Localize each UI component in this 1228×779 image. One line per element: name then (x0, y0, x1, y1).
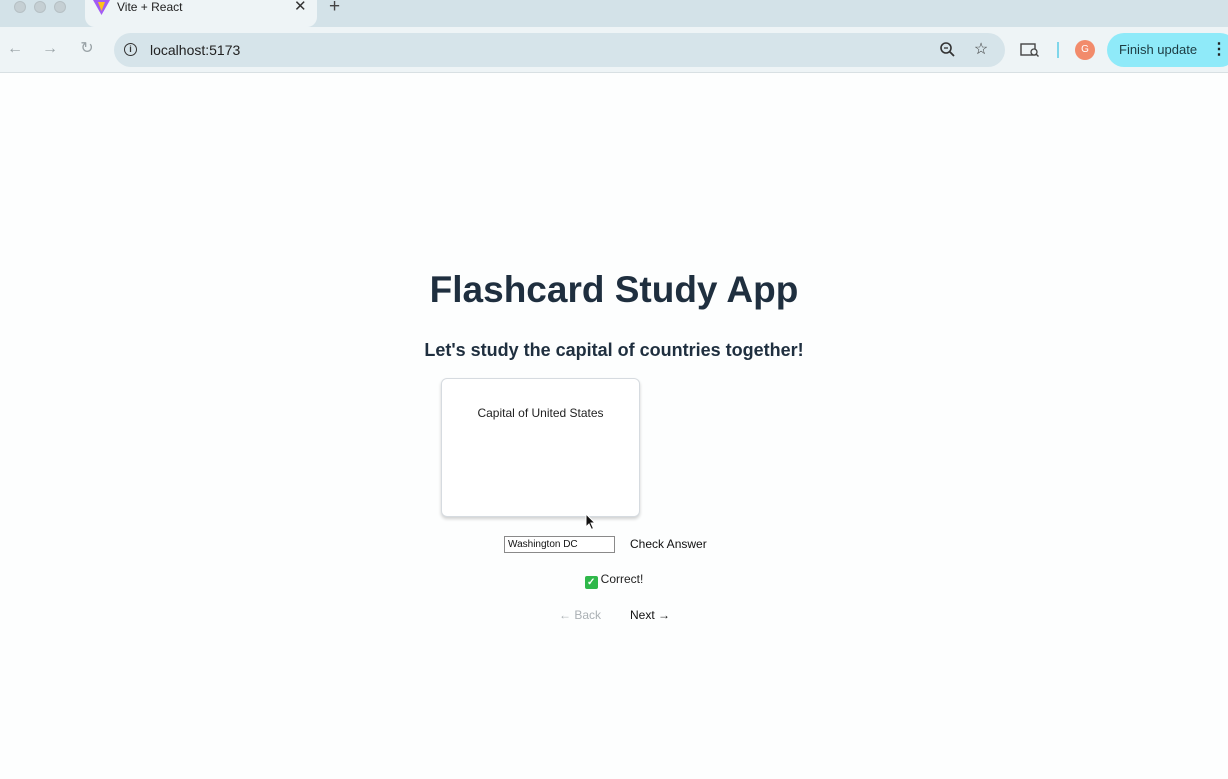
result-text: Correct! (600, 572, 644, 586)
next-button[interactable]: Next → (625, 607, 675, 623)
finish-update-label: Finish update (1119, 42, 1198, 57)
finish-update-button[interactable]: Finish update ⋮ (1107, 33, 1228, 67)
address-bar[interactable]: i localhost:5173 ☆ (114, 33, 1005, 67)
forward-arrow-icon[interactable]: → (40, 38, 60, 60)
tab-strip: Vite + React ✕ + (0, 0, 1228, 27)
toolbar-divider (1057, 42, 1059, 58)
mouse-cursor-icon (585, 513, 597, 531)
answer-input[interactable] (504, 536, 615, 553)
page-subtitle: Let's study the capital of countries tog… (424, 340, 804, 360)
tab-title: Vite + React (117, 0, 183, 14)
check-answer-button[interactable]: Check Answer (622, 535, 715, 553)
bookmark-star-icon[interactable]: ☆ (970, 39, 992, 61)
close-tab-icon[interactable]: ✕ (294, 0, 307, 14)
browser-toolbar: ← → ↻ i localhost:5173 ☆ G Finish update… (0, 27, 1228, 73)
minimize-window-button[interactable] (34, 1, 46, 13)
reload-icon[interactable]: ↻ (77, 38, 97, 60)
tab-vite-react[interactable]: Vite + React ✕ (85, 0, 317, 27)
search-tabs-icon[interactable] (1020, 42, 1040, 58)
profile-avatar[interactable]: G (1075, 40, 1095, 60)
vite-logo-icon (93, 0, 110, 15)
close-window-button[interactable] (14, 1, 26, 13)
page-title: Flashcard Study App (429, 269, 799, 310)
url-text[interactable]: localhost:5173 (150, 42, 240, 58)
back-arrow-icon[interactable]: ← (5, 38, 25, 60)
new-tab-button[interactable]: + (329, 0, 340, 16)
zoom-window-button[interactable] (54, 1, 66, 13)
back-button[interactable]: ← Back (554, 607, 606, 623)
flashcard[interactable]: Capital of United States (441, 378, 640, 517)
check-mark-icon: ✓ (584, 576, 598, 589)
zoom-icon[interactable] (937, 39, 959, 61)
kebab-menu-icon[interactable]: ⋮ (1211, 41, 1227, 59)
site-info-icon[interactable]: i (124, 43, 137, 56)
result-message: ✓ Correct! (0, 572, 1228, 589)
flashcard-prompt: Capital of United States (477, 406, 604, 420)
page-content: Flashcard Study App Let's study the capi… (0, 74, 1228, 779)
